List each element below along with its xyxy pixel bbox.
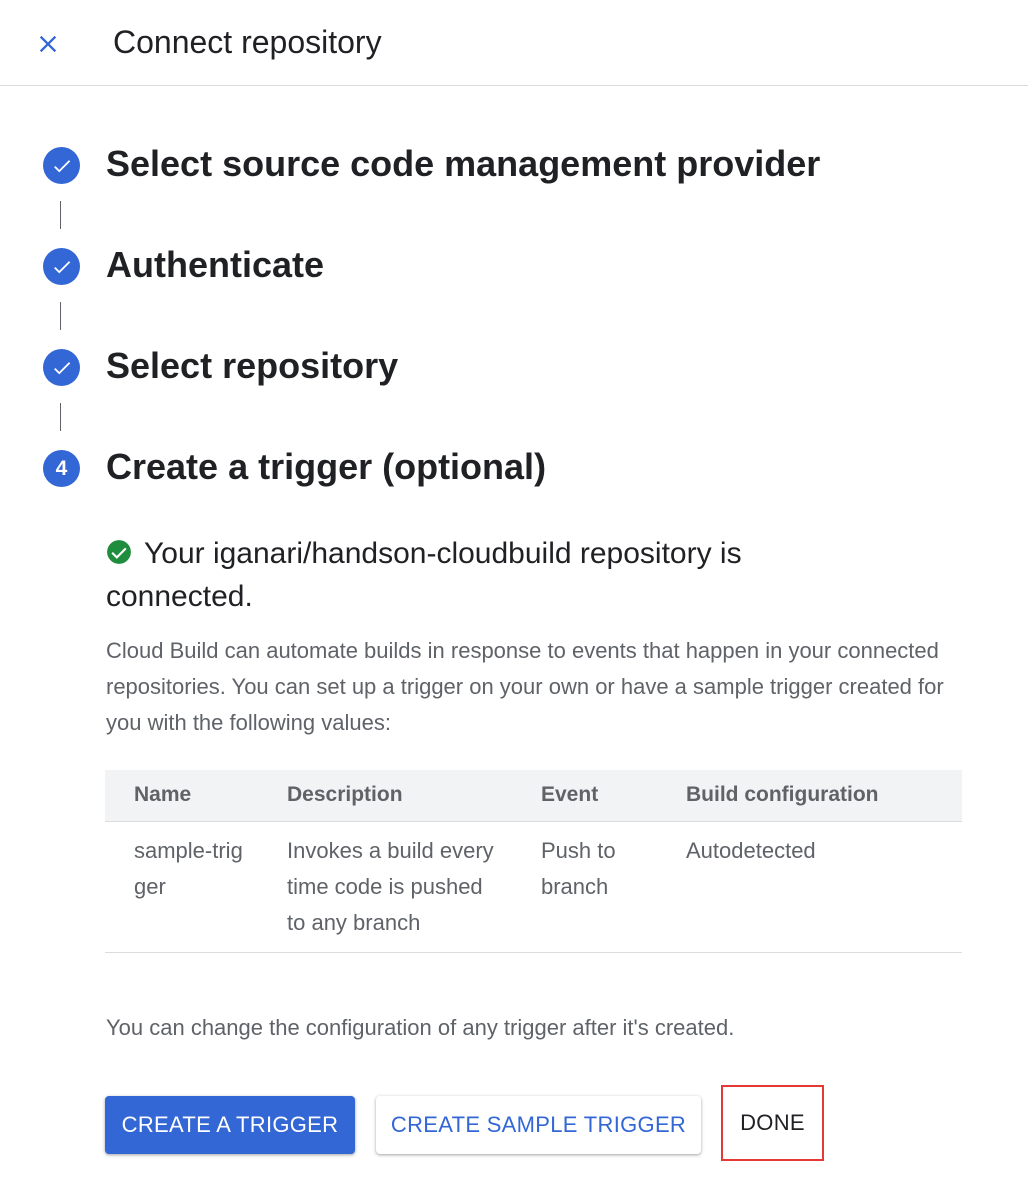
table-row: sample-trigger Invokes a build every tim… [105, 821, 962, 953]
check-circle-icon [107, 540, 131, 564]
column-header-event: Event [512, 770, 657, 821]
step-title: Select repository [106, 345, 399, 386]
column-header-name: Name [105, 770, 258, 821]
step-number-badge: 4 [43, 450, 80, 487]
dialog-header: Connect repository [0, 0, 1028, 86]
success-message: Your iganari/handson-cloudbuild reposito… [106, 532, 886, 618]
close-icon [39, 35, 57, 53]
column-header-build-config: Build configuration [657, 770, 962, 821]
configuration-note: You can change the configuration of any … [106, 1015, 735, 1040]
step-complete-check-icon [43, 349, 80, 386]
step-select-provider: Select source code management provider [0, 138, 1028, 190]
trigger-description: Cloud Build can automate builds in respo… [106, 638, 944, 735]
step-authenticate: Authenticate [0, 239, 1028, 291]
close-button[interactable] [28, 24, 68, 64]
step-connector [60, 403, 61, 431]
sample-trigger-table: Name Description Event Build configurati… [105, 770, 962, 953]
step-title: Create a trigger (optional) [106, 446, 547, 487]
cell-name: sample-trigger [105, 821, 258, 953]
step-title: Select source code management provider [106, 143, 821, 184]
done-button[interactable]: DONE [721, 1085, 824, 1161]
step-connector [60, 302, 61, 330]
step-connector [60, 201, 61, 229]
table-header-row: Name Description Event Build configurati… [105, 770, 962, 821]
step-complete-check-icon [43, 147, 80, 184]
step-create-trigger: 4 Create a trigger (optional) [0, 441, 1028, 493]
create-sample-trigger-button[interactable]: CREATE SAMPLE TRIGGER [376, 1096, 701, 1154]
create-trigger-button[interactable]: CREATE A TRIGGER [105, 1096, 355, 1154]
step-complete-check-icon [43, 248, 80, 285]
cell-build-config: Autodetected [657, 821, 962, 953]
step-select-repository: Select repository [0, 340, 1028, 392]
step-title: Authenticate [106, 244, 325, 285]
cell-event: Push to branch [512, 821, 657, 953]
column-header-description: Description [258, 770, 512, 821]
success-text: Your iganari/handson-cloudbuild reposito… [106, 537, 742, 613]
page-title: Connect repository [113, 24, 382, 60]
cell-description: Invokes a build every time code is pushe… [258, 821, 512, 953]
